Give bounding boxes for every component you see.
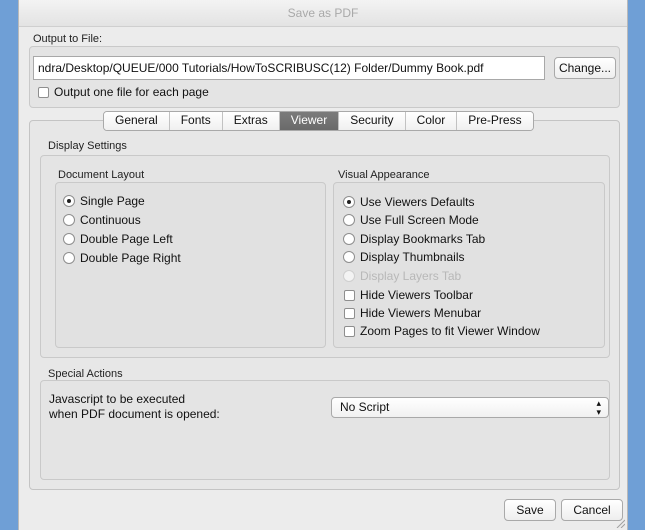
display-layers-tab-radio: Display Layers Tab	[343, 269, 461, 283]
one-file-per-page-label: Output one file for each page	[54, 85, 209, 99]
use-full-screen-mode-radio[interactable]: Use Full Screen Mode	[343, 213, 479, 227]
use-viewers-defaults-radio[interactable]: Use Viewers Defaults	[343, 195, 475, 209]
one-file-per-page-checkbox[interactable]: Output one file for each page	[38, 85, 209, 99]
layout-continuous-label: Continuous	[80, 213, 141, 227]
tab-general[interactable]: General	[104, 112, 170, 130]
tab-security[interactable]: Security	[339, 112, 406, 130]
checkbox-box[interactable]	[344, 325, 355, 337]
zoom-pages-fit-window-checkbox[interactable]: Zoom Pages to fit Viewer Window	[344, 324, 540, 338]
tab-extras[interactable]: Extras	[222, 112, 280, 130]
radio-button[interactable]	[63, 195, 75, 207]
radio-button	[343, 270, 355, 282]
use-full-screen-mode-label: Use Full Screen Mode	[360, 213, 479, 227]
checkbox-box[interactable]	[344, 289, 355, 301]
radio-button[interactable]	[63, 233, 75, 245]
radio-button[interactable]	[343, 196, 355, 208]
hide-viewers-menubar-label: Hide Viewers Menubar	[360, 306, 482, 320]
layout-double-page-left-radio[interactable]: Double Page Left	[63, 232, 173, 246]
resize-grip-icon[interactable]	[615, 518, 625, 528]
updown-arrows-icon: ▴ ▾	[596, 398, 601, 417]
output-path-field[interactable]: ndra/Desktop/QUEUE/000 Tutorials/HowToSC…	[33, 56, 545, 80]
visual-appearance-label: Visual Appearance	[338, 169, 430, 181]
special-actions-label: Special Actions	[48, 368, 123, 380]
window-title: Save as PDF	[19, 0, 627, 27]
cancel-button[interactable]: Cancel	[561, 499, 623, 521]
checkbox-box[interactable]	[344, 307, 355, 319]
display-layers-tab-label: Display Layers Tab	[360, 269, 462, 283]
layout-double-page-left-label: Double Page Left	[80, 232, 173, 246]
tab-fonts[interactable]: Fonts	[169, 112, 223, 130]
display-bookmarks-tab-radio[interactable]: Display Bookmarks Tab	[343, 232, 485, 246]
script-select[interactable]: No Script ▴ ▾	[331, 397, 609, 418]
radio-button[interactable]	[343, 233, 355, 245]
layout-single-page-radio[interactable]: Single Page	[63, 194, 145, 208]
save-as-pdf-dialog: Save as PDF Output to File: ndra/Desktop…	[18, 0, 628, 530]
javascript-label-line2: when PDF document is opened:	[49, 407, 220, 421]
change-button[interactable]: Change...	[554, 57, 616, 79]
layout-double-page-right-radio[interactable]: Double Page Right	[63, 251, 181, 265]
tab-bar: General Fonts Extras Viewer Security Col…	[103, 111, 534, 131]
tab-viewer[interactable]: Viewer	[279, 112, 340, 130]
checkbox-box[interactable]	[38, 86, 49, 98]
use-viewers-defaults-label: Use Viewers Defaults	[360, 195, 475, 209]
zoom-pages-fit-window-label: Zoom Pages to fit Viewer Window	[360, 324, 540, 338]
hide-viewers-toolbar-checkbox[interactable]: Hide Viewers Toolbar	[344, 288, 473, 302]
display-thumbnails-radio[interactable]: Display Thumbnails	[343, 250, 465, 264]
document-layout-label: Document Layout	[58, 169, 145, 181]
hide-viewers-menubar-checkbox[interactable]: Hide Viewers Menubar	[344, 306, 481, 320]
radio-button[interactable]	[63, 214, 75, 226]
javascript-label: Javascript to be executed when PDF docum…	[49, 392, 220, 422]
display-bookmarks-tab-label: Display Bookmarks Tab	[360, 232, 486, 246]
tab-color[interactable]: Color	[405, 112, 458, 130]
layout-double-page-right-label: Double Page Right	[80, 251, 181, 265]
hide-viewers-toolbar-label: Hide Viewers Toolbar	[360, 288, 473, 302]
radio-button[interactable]	[63, 252, 75, 264]
display-thumbnails-label: Display Thumbnails	[360, 250, 465, 264]
output-to-file-label: Output to File:	[33, 33, 103, 45]
script-select-value: No Script	[340, 400, 390, 414]
tab-pre-press[interactable]: Pre-Press	[457, 112, 533, 130]
display-settings-label: Display Settings	[48, 140, 127, 152]
save-button[interactable]: Save	[504, 499, 556, 521]
layout-continuous-radio[interactable]: Continuous	[63, 213, 141, 227]
layout-single-page-label: Single Page	[80, 194, 145, 208]
radio-button[interactable]	[343, 251, 355, 263]
radio-button[interactable]	[343, 214, 355, 226]
javascript-label-line1: Javascript to be executed	[49, 392, 186, 406]
